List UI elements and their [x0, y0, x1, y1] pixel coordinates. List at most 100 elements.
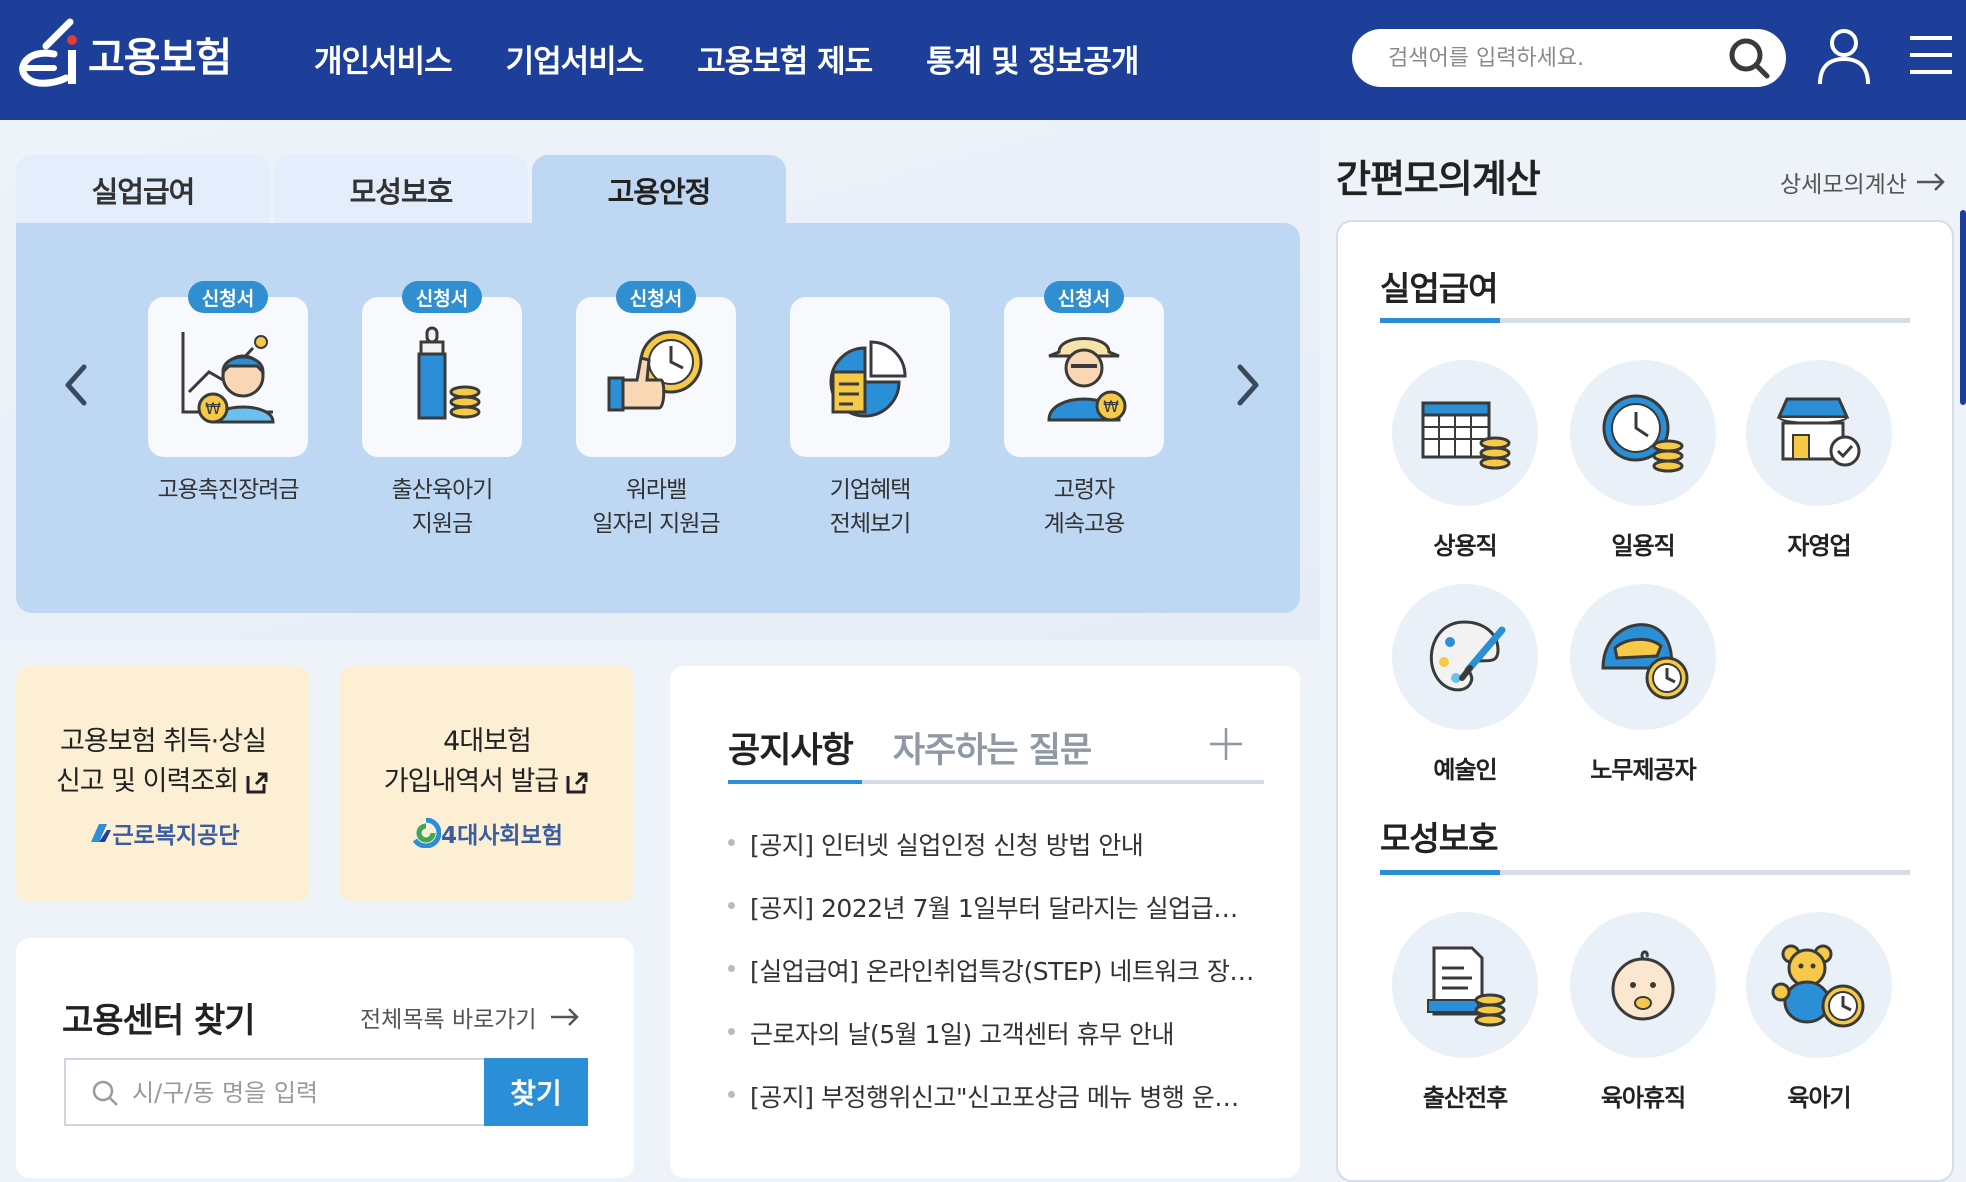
section-underline	[1380, 318, 1910, 323]
calc-label: 예술인	[1433, 756, 1497, 784]
tab-notices[interactable]: 공지사항	[728, 722, 854, 773]
employment-center-finder: 고용센터 찾기 전체목록 바로가기 찾기	[16, 938, 634, 1178]
tab-faq[interactable]: 자주하는 질문	[893, 722, 1092, 773]
nav-personal-services[interactable]: 개인서비스	[314, 36, 453, 81]
notice-item[interactable]: [공지] 인터넷 실업인정 신청 방법 안내	[728, 826, 1258, 889]
calc-regular-worker[interactable]: 상용직	[1390, 360, 1540, 561]
svg-text:₩: ₩	[1103, 397, 1119, 416]
quick-card-4-insurance-certificate[interactable]: 4대보험 가입내역서 발급 4대사회보험	[340, 666, 634, 902]
calc-title: 간편모의계산	[1336, 157, 1541, 201]
calc-childcare-period[interactable]: 육아기	[1744, 912, 1894, 1113]
pie-chart-document-icon	[829, 340, 907, 418]
helmet-clock-icon	[1601, 623, 1689, 700]
user-icon[interactable]	[1814, 26, 1874, 86]
tab-unemployment-benefit[interactable]: 실업급여	[16, 155, 270, 225]
notice-item[interactable]: [공지] 부정행위신고"신고포상금 메뉴 병행 운영 안내	[728, 1078, 1258, 1141]
section-title-maternity: 모성보호	[1380, 819, 1498, 858]
calc-maternity-leave[interactable]: 출산전후	[1390, 912, 1540, 1113]
calc-icon-circle	[1746, 360, 1892, 506]
find-button[interactable]: 찾기	[484, 1058, 588, 1126]
service-business-benefits[interactable]: 기업혜택 전체보기	[790, 297, 950, 541]
calc-parental-leave[interactable]: 육아휴직	[1568, 912, 1718, 1113]
calc-icon-circle	[1392, 584, 1538, 730]
notice-item[interactable]: [실업급여] 온라인취업특강(STEP) 네트워크 장애 안내	[728, 952, 1258, 1015]
logo-icon	[19, 18, 77, 87]
full-list-link[interactable]: 전체목록 바로가기	[360, 1000, 583, 1034]
employment-promotion-icon: ₩	[181, 332, 275, 424]
calc-icon-circle	[1570, 360, 1716, 506]
service-childcare-support[interactable]: 신청서 출산육아기 지원금	[362, 281, 522, 541]
calc-icon-circle	[1570, 912, 1716, 1058]
service-icon-box: 신청서	[576, 281, 736, 457]
calc-self-employed[interactable]: 자영업	[1744, 360, 1894, 561]
header: 고용보험 개인서비스 기업서비스 고용보험 제도 통계 및 정보공개	[0, 0, 1966, 120]
service-employment-promotion[interactable]: 신청서 ₩ 고용촉진장려금	[148, 281, 308, 507]
external-link-icon	[246, 772, 268, 793]
calc-label: 출산전후	[1422, 1084, 1508, 1112]
service-elderly-employment[interactable]: 신청서 ₩ 고령자 계속고용	[1004, 281, 1164, 541]
more-plus-icon[interactable]	[1206, 724, 1246, 764]
document-coins-icon	[1427, 946, 1506, 1027]
section-underline	[1380, 870, 1910, 875]
notice-list: [공지] 인터넷 실업인정 신청 방법 안내 [공지] 2022년 7월 1일부…	[728, 826, 1258, 1141]
calc-label: 자영업	[1787, 532, 1851, 560]
search-input[interactable]	[1388, 39, 1708, 77]
arrow-right-icon	[1916, 173, 1945, 191]
nav-statistics[interactable]: 통계 및 정보공개	[926, 36, 1139, 81]
calc-label: 육아휴직	[1600, 1084, 1686, 1112]
search-icon	[92, 1080, 118, 1106]
tab-maternity-protection[interactable]: 모성보호	[274, 155, 528, 225]
service-tabs: 실업급여 모성보호 고용안정	[16, 155, 790, 225]
tab-employment-stability[interactable]: 고용안정	[532, 155, 786, 225]
calc-icon-circle	[1570, 584, 1716, 730]
calendar-coins-icon	[1421, 401, 1511, 470]
palette-brush-icon	[1429, 620, 1506, 692]
section-title-unemployment: 실업급여	[1380, 269, 1498, 308]
calc-labor-provider[interactable]: 노무제공자	[1568, 584, 1718, 785]
service-worklife-balance[interactable]: 신청서 워라밸 일자리 지원금	[576, 281, 736, 541]
org-logo: 4대사회보험	[340, 816, 634, 850]
notice-board: 공지사항 자주하는 질문 [공지] 인터넷 실업인정 신청 방법 안내 [공지]…	[670, 666, 1300, 1178]
notice-tabs: 공지사항 자주하는 질문	[728, 722, 1131, 773]
calc-daily-worker[interactable]: 일용직	[1568, 360, 1718, 561]
service-icon-box: 신청서 ₩	[1004, 281, 1164, 457]
service-label: 워라밸 일자리 지원금	[592, 477, 720, 537]
application-badge: 신청서	[188, 281, 268, 313]
calc-icon-circle	[1392, 360, 1538, 506]
baby-bottle-coins-icon	[417, 326, 481, 420]
quick-card-insurance-report[interactable]: 고용보험 취득·상실 신고 및 이력조회 근로복지공단	[16, 666, 310, 902]
service-icon-box	[790, 297, 950, 457]
calc-artist[interactable]: 예술인	[1390, 584, 1540, 785]
calc-label: 노무제공자	[1590, 756, 1696, 784]
prev-arrow-icon[interactable]	[56, 355, 96, 415]
external-link-icon	[566, 772, 588, 793]
finder-title: 고용센터 찾기	[62, 1001, 256, 1041]
comwel-logo-icon	[90, 824, 111, 842]
svg-text:₩: ₩	[205, 399, 221, 418]
application-badge: 신청서	[402, 281, 482, 313]
finder-input-wrap	[64, 1058, 484, 1126]
notice-item[interactable]: 근로자의 날(5월 1일) 고객센터 휴무 안내	[728, 1015, 1258, 1078]
quick-card-title: 4대보험 가입내역서 발급	[340, 722, 634, 802]
hamburger-menu-icon[interactable]	[1908, 32, 1954, 78]
notice-item[interactable]: [공지] 2022년 7월 1일부터 달라지는 실업급여 제도 안내	[728, 889, 1258, 952]
calc-icon-circle	[1392, 912, 1538, 1058]
calc-icon-circle	[1746, 912, 1892, 1058]
service-label: 출산육아기 지원금	[391, 477, 494, 537]
nav-business-services[interactable]: 기업서비스	[506, 36, 645, 81]
tab-panel: 신청서 ₩ 고용촉진장려금 신청서 출산육아기 지원금 신청서 워라밸 일자리 …	[16, 223, 1300, 613]
next-arrow-icon[interactable]	[1228, 355, 1268, 415]
search-icon[interactable]	[1726, 35, 1772, 81]
search-box	[1352, 29, 1786, 87]
store-check-icon	[1776, 397, 1861, 467]
thumbs-up-clock-icon	[607, 330, 703, 412]
arrow-right-icon	[550, 1008, 579, 1026]
logo[interactable]: 고용보험	[14, 14, 232, 94]
service-label: 기업혜택 전체보기	[829, 477, 912, 537]
quick-calculator-box: 실업급여 상용직 일용직 자영업 예술인 노무제공자 모성보호 출산전후 육아휴…	[1336, 220, 1954, 1182]
location-search-input[interactable]	[132, 1074, 462, 1112]
nav-insurance-system[interactable]: 고용보험 제도	[697, 36, 873, 81]
detailed-calc-link[interactable]: 상세모의계산	[1780, 165, 1947, 199]
calc-label: 육아기	[1787, 1084, 1851, 1112]
main-nav: 개인서비스 기업서비스 고용보험 제도 통계 및 정보공개	[314, 36, 1192, 81]
